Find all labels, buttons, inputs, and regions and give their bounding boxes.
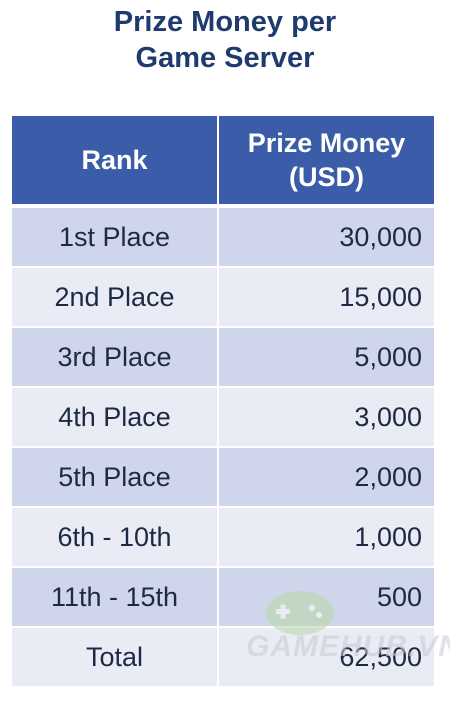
rank-cell: 1st Place (12, 206, 219, 268)
title-line-1: Prize Money per (113, 6, 337, 38)
table-row: 5th Place 2,000 (12, 447, 434, 508)
prize-cell: 15,000 (218, 267, 434, 328)
rank-cell: 5th Place (12, 447, 219, 508)
prize-cell: 30,000 (218, 206, 434, 268)
prize-cell-total: 62,500 (218, 627, 434, 688)
rank-cell: 2nd Place (12, 267, 219, 328)
page-title: Prize Money per Game Server (0, 4, 450, 76)
rank-cell: 4th Place (12, 387, 219, 448)
prize-cell: 2,000 (218, 447, 434, 508)
prize-cell: 5,000 (218, 327, 434, 388)
table-row: 1st Place 30,000 (12, 206, 434, 268)
rank-cell: 3rd Place (12, 327, 219, 388)
header-prize-money: Prize Money (USD) (218, 116, 434, 208)
header-prize-money-line-2: (USD) (289, 162, 364, 192)
table-row: 3rd Place 5,000 (12, 327, 434, 388)
prize-cell: 500 (218, 567, 434, 628)
prize-cell: 1,000 (218, 507, 434, 568)
table-row: 4th Place 3,000 (12, 387, 434, 448)
rank-cell: 6th - 10th (12, 507, 219, 568)
table-row: 11th - 15th 500 (12, 567, 434, 628)
title-line-2: Game Server (135, 42, 315, 74)
prize-cell: 3,000 (218, 387, 434, 448)
header-prize-money-line-1: Prize Money (247, 128, 406, 158)
table-header-row: Rank Prize Money (USD) (12, 116, 434, 208)
table-row: 2nd Place 15,000 (12, 267, 434, 328)
prize-table: Rank Prize Money (USD) 1st Place 30,000 … (12, 116, 434, 688)
rank-cell-total: Total (12, 627, 219, 688)
table-row: 6th - 10th 1,000 (12, 507, 434, 568)
table-row-total: Total 62,500 (12, 627, 434, 688)
rank-cell: 11th - 15th (12, 567, 219, 628)
header-rank: Rank (12, 116, 219, 208)
